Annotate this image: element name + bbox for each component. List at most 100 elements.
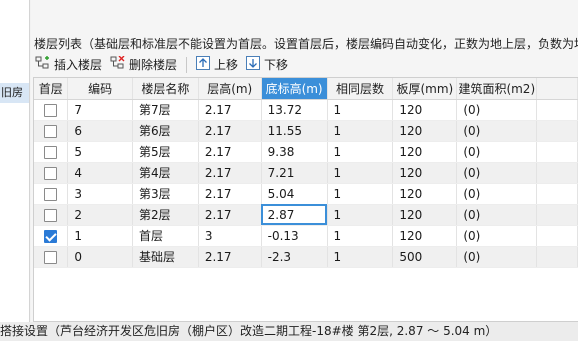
- slab-thickness-cell[interactable]: 500: [392, 246, 458, 268]
- filler-cell: [536, 225, 578, 247]
- slab-thickness-cell[interactable]: 120: [392, 204, 458, 226]
- column-header-code[interactable]: 编码: [67, 78, 133, 100]
- building-area-cell[interactable]: (0): [456, 204, 538, 226]
- floor-height-cell[interactable]: 2.17: [198, 246, 262, 268]
- same-floor-count-cell[interactable]: 1: [327, 225, 394, 247]
- floor-height-cell[interactable]: 2.17: [198, 120, 262, 142]
- first-floor-cell: [34, 99, 69, 121]
- table-row[interactable]: 5 第5层 2.17 9.38 1 120 (0): [34, 141, 578, 163]
- building-area-cell[interactable]: (0): [456, 141, 538, 163]
- floor-name-cell[interactable]: 第7层: [132, 99, 199, 121]
- first-floor-checkbox[interactable]: [44, 250, 58, 264]
- code-cell[interactable]: 5: [67, 141, 133, 163]
- column-header-floor-name[interactable]: 楼层名称: [132, 78, 199, 100]
- floor-height-cell[interactable]: 2.17: [198, 183, 262, 205]
- same-floor-count-cell[interactable]: 1: [327, 246, 394, 268]
- slab-thickness-cell[interactable]: 120: [392, 162, 458, 184]
- table-row[interactable]: 4 第4层 2.17 7.21 1 120 (0): [34, 162, 578, 184]
- building-area-cell[interactable]: (0): [456, 120, 538, 142]
- slab-thickness-cell[interactable]: 120: [392, 183, 458, 205]
- floor-toolbar: 插入楼层 删除楼层 上移 下移: [31, 53, 578, 76]
- first-floor-cell: [34, 183, 69, 205]
- delete-floor-label: 删除楼层: [129, 58, 178, 72]
- base-elevation-cell[interactable]: -0.13: [261, 225, 328, 247]
- building-area-cell[interactable]: (0): [456, 162, 538, 184]
- toolbar-divider: [186, 56, 188, 73]
- floor-height-cell[interactable]: 3: [198, 225, 262, 247]
- table-row[interactable]: 3 第3层 2.17 5.04 1 120 (0): [34, 183, 578, 205]
- code-cell[interactable]: 1: [67, 225, 133, 247]
- first-floor-checkbox[interactable]: [44, 208, 58, 222]
- slab-thickness-cell[interactable]: 120: [392, 225, 458, 247]
- floor-name-cell[interactable]: 首层: [132, 225, 199, 247]
- base-elevation-cell[interactable]: 13.72: [261, 99, 328, 121]
- table-row[interactable]: 1 首层 3 -0.13 1 120 (0): [34, 225, 578, 247]
- table-row[interactable]: 6 第6层 2.17 11.55 1 120 (0): [34, 120, 578, 142]
- column-header-building-area[interactable]: 建筑面积(m2): [456, 78, 538, 100]
- column-header-floor-height[interactable]: 层高(m): [198, 78, 262, 100]
- first-floor-cell: [34, 246, 69, 268]
- arrow-down-icon: [246, 56, 264, 73]
- floor-name-cell[interactable]: 第3层: [132, 183, 199, 205]
- same-floor-count-cell[interactable]: 1: [327, 120, 394, 142]
- same-floor-count-cell[interactable]: 1: [327, 204, 394, 226]
- base-elevation-cell[interactable]: 7.21: [261, 162, 328, 184]
- left-panel: 旧房: [0, 0, 30, 322]
- base-elevation-cell[interactable]: 5.04: [261, 183, 328, 205]
- base-elevation-cell[interactable]: -2.3: [261, 246, 328, 268]
- slab-thickness-cell[interactable]: 120: [392, 99, 458, 121]
- same-floor-count-cell[interactable]: 1: [327, 99, 394, 121]
- table-row[interactable]: 0 基础层 2.17 -2.3 1 500 (0): [34, 246, 578, 268]
- floor-height-cell[interactable]: 2.17: [198, 99, 262, 121]
- first-floor-checkbox[interactable]: [44, 187, 58, 201]
- base-elevation-cell[interactable]: 9.38: [261, 141, 328, 163]
- code-cell[interactable]: 2: [67, 204, 133, 226]
- first-floor-checkbox[interactable]: [44, 103, 58, 117]
- floor-height-cell[interactable]: 2.17: [198, 162, 262, 184]
- table-row[interactable]: 7 第7层 2.17 13.72 1 120 (0): [34, 99, 578, 121]
- code-cell[interactable]: 0: [67, 246, 133, 268]
- floor-height-cell[interactable]: 2.17: [198, 204, 262, 226]
- base-elevation-cell[interactable]: 2.87: [261, 204, 328, 226]
- same-floor-count-cell[interactable]: 1: [327, 141, 394, 163]
- column-header-same-floor-count[interactable]: 相同层数: [327, 78, 394, 100]
- code-cell[interactable]: 3: [67, 183, 133, 205]
- code-cell[interactable]: 4: [67, 162, 133, 184]
- delete-floor-button[interactable]: 删除楼层: [106, 54, 181, 75]
- first-floor-checkbox[interactable]: [44, 229, 58, 243]
- same-floor-count-cell[interactable]: 1: [327, 183, 394, 205]
- column-header-filler: [536, 78, 578, 100]
- floor-name-cell[interactable]: 第4层: [132, 162, 199, 184]
- move-up-button[interactable]: 上移: [192, 54, 242, 75]
- floor-name-cell[interactable]: 基础层: [132, 246, 199, 268]
- insert-floor-button[interactable]: 插入楼层: [31, 54, 106, 75]
- filler-cell: [536, 141, 578, 163]
- floor-height-cell[interactable]: 2.17: [198, 141, 262, 163]
- same-floor-count-cell[interactable]: 1: [327, 162, 394, 184]
- column-header-first-floor[interactable]: 首层: [34, 78, 69, 100]
- column-header-base-elevation[interactable]: 底标高(m): [261, 78, 328, 100]
- left-panel-item[interactable]: 旧房: [0, 83, 29, 103]
- floor-name-cell[interactable]: 第2层: [132, 204, 199, 226]
- table-row[interactable]: 2 第2层 2.17 2.87 1 120 (0): [34, 204, 578, 226]
- floor-list-panel: 楼层列表（基础层和标准层不能设置为首层。设置首层后，楼层编码自动变化，正数为地上…: [31, 0, 578, 322]
- slab-thickness-cell[interactable]: 120: [392, 120, 458, 142]
- building-area-cell[interactable]: (0): [456, 99, 538, 121]
- slab-thickness-cell[interactable]: 120: [392, 141, 458, 163]
- floor-name-cell[interactable]: 第5层: [132, 141, 199, 163]
- first-floor-checkbox[interactable]: [44, 124, 58, 138]
- first-floor-checkbox[interactable]: [44, 166, 58, 180]
- arrow-up-icon: [196, 56, 214, 73]
- move-down-button[interactable]: 下移: [242, 54, 292, 75]
- building-area-cell[interactable]: (0): [456, 183, 538, 205]
- building-area-cell[interactable]: (0): [456, 246, 538, 268]
- code-cell[interactable]: 7: [67, 99, 133, 121]
- floor-name-cell[interactable]: 第6层: [132, 120, 199, 142]
- column-header-slab-thickness[interactable]: 板厚(mm): [392, 78, 458, 100]
- insert-floor-label: 插入楼层: [54, 58, 103, 72]
- first-floor-checkbox[interactable]: [44, 145, 58, 159]
- building-area-cell[interactable]: (0): [456, 225, 538, 247]
- code-cell[interactable]: 6: [67, 120, 133, 142]
- insert-floor-icon: [35, 56, 54, 73]
- base-elevation-cell[interactable]: 11.55: [261, 120, 328, 142]
